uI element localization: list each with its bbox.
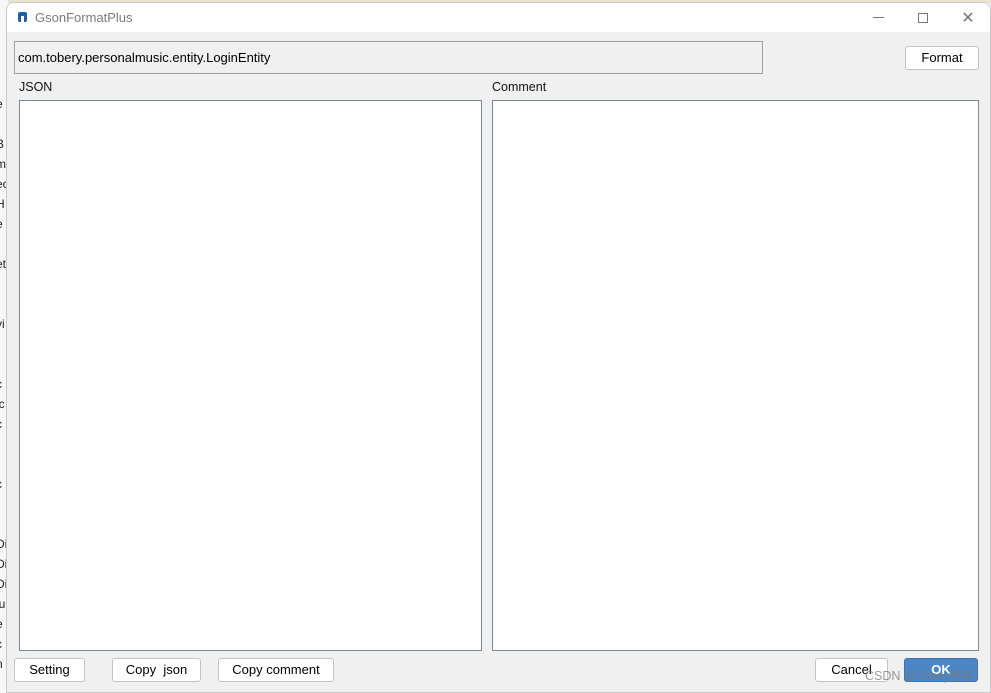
copy-comment-button[interactable]: Copy comment [218,658,334,682]
comment-label: Comment [492,80,547,94]
setting-button[interactable]: Setting [14,658,85,682]
minimize-icon [872,17,884,18]
close-button[interactable]: ✕ [945,3,990,32]
close-icon: ✕ [961,9,975,27]
window-title: GsonFormatPlus [35,10,133,25]
copy-json-button[interactable]: Copy json [112,658,201,682]
gsonformatplus-dialog: GsonFormatPlus ✕ com.tobery.personalmusi… [6,2,991,693]
title-bar[interactable]: GsonFormatPlus ✕ [7,3,990,32]
cancel-button[interactable]: Cancel [815,658,888,682]
class-name-input[interactable]: com.tobery.personalmusic.entity.LoginEnt… [14,41,763,74]
comment-textarea[interactable] [492,100,979,651]
ok-button[interactable]: OK [904,658,978,682]
json-textarea[interactable] [19,100,482,651]
maximize-button[interactable] [900,3,946,32]
app-icon [18,12,27,22]
minimize-button[interactable] [855,3,901,32]
format-button[interactable]: Format [905,46,979,70]
maximize-icon [918,12,928,23]
json-label: JSON [19,80,53,94]
